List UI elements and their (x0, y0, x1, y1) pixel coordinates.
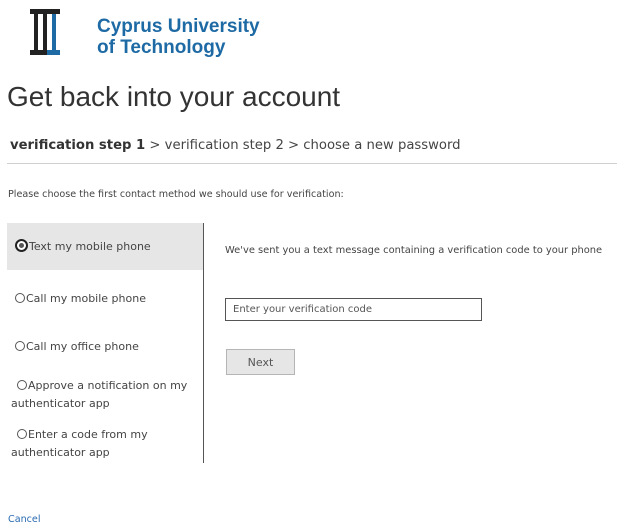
method-call-mobile[interactable]: Call my mobile phone (7, 290, 211, 308)
current-step: verification step 1 (10, 138, 146, 153)
university-logo: Cyprus University of Technology (30, 9, 270, 61)
verification-message: We've sent you a text message containing… (225, 245, 603, 256)
step-breadcrumb: verification step 1 > verification step … (10, 136, 461, 156)
divider (7, 163, 617, 164)
method-label: Call my mobile phone (26, 292, 146, 305)
radio-unchecked-icon[interactable] (17, 429, 27, 439)
method-text-mobile[interactable]: Text my mobile phone (7, 223, 203, 270)
radio-unchecked-icon[interactable] (15, 341, 25, 351)
university-name-line1: Cyprus University (97, 16, 260, 37)
cancel-link[interactable]: Cancel (8, 513, 41, 526)
verification-code-input[interactable] (225, 298, 482, 321)
radio-unchecked-icon[interactable] (15, 293, 25, 303)
next-button[interactable]: Next (226, 349, 295, 375)
university-name: Cyprus University of Technology (97, 16, 260, 58)
method-approve-notification[interactable]: Approve a notification on my authenticat… (7, 377, 191, 413)
remaining-steps: > verification step 2 > choose a new pas… (145, 138, 461, 153)
method-label: Approve a notification on my authenticat… (11, 379, 188, 410)
method-label: Enter a code from my authenticator app (11, 428, 148, 459)
university-logo-icon (30, 9, 60, 55)
contact-method-instructions: Please choose the first contact method w… (8, 189, 344, 200)
radio-unchecked-icon[interactable] (17, 380, 27, 390)
method-label: Text my mobile phone (29, 240, 151, 253)
radio-checked-icon[interactable] (15, 239, 28, 252)
university-name-line2: of Technology (97, 37, 226, 58)
contact-method-list: Text my mobile phone Call my mobile phon… (7, 223, 204, 463)
method-label: Call my office phone (26, 340, 139, 353)
page-title: Get back into your account (7, 81, 341, 112)
method-call-office[interactable]: Call my office phone (7, 338, 211, 356)
method-enter-code[interactable]: Enter a code from my authenticator app (7, 426, 171, 462)
